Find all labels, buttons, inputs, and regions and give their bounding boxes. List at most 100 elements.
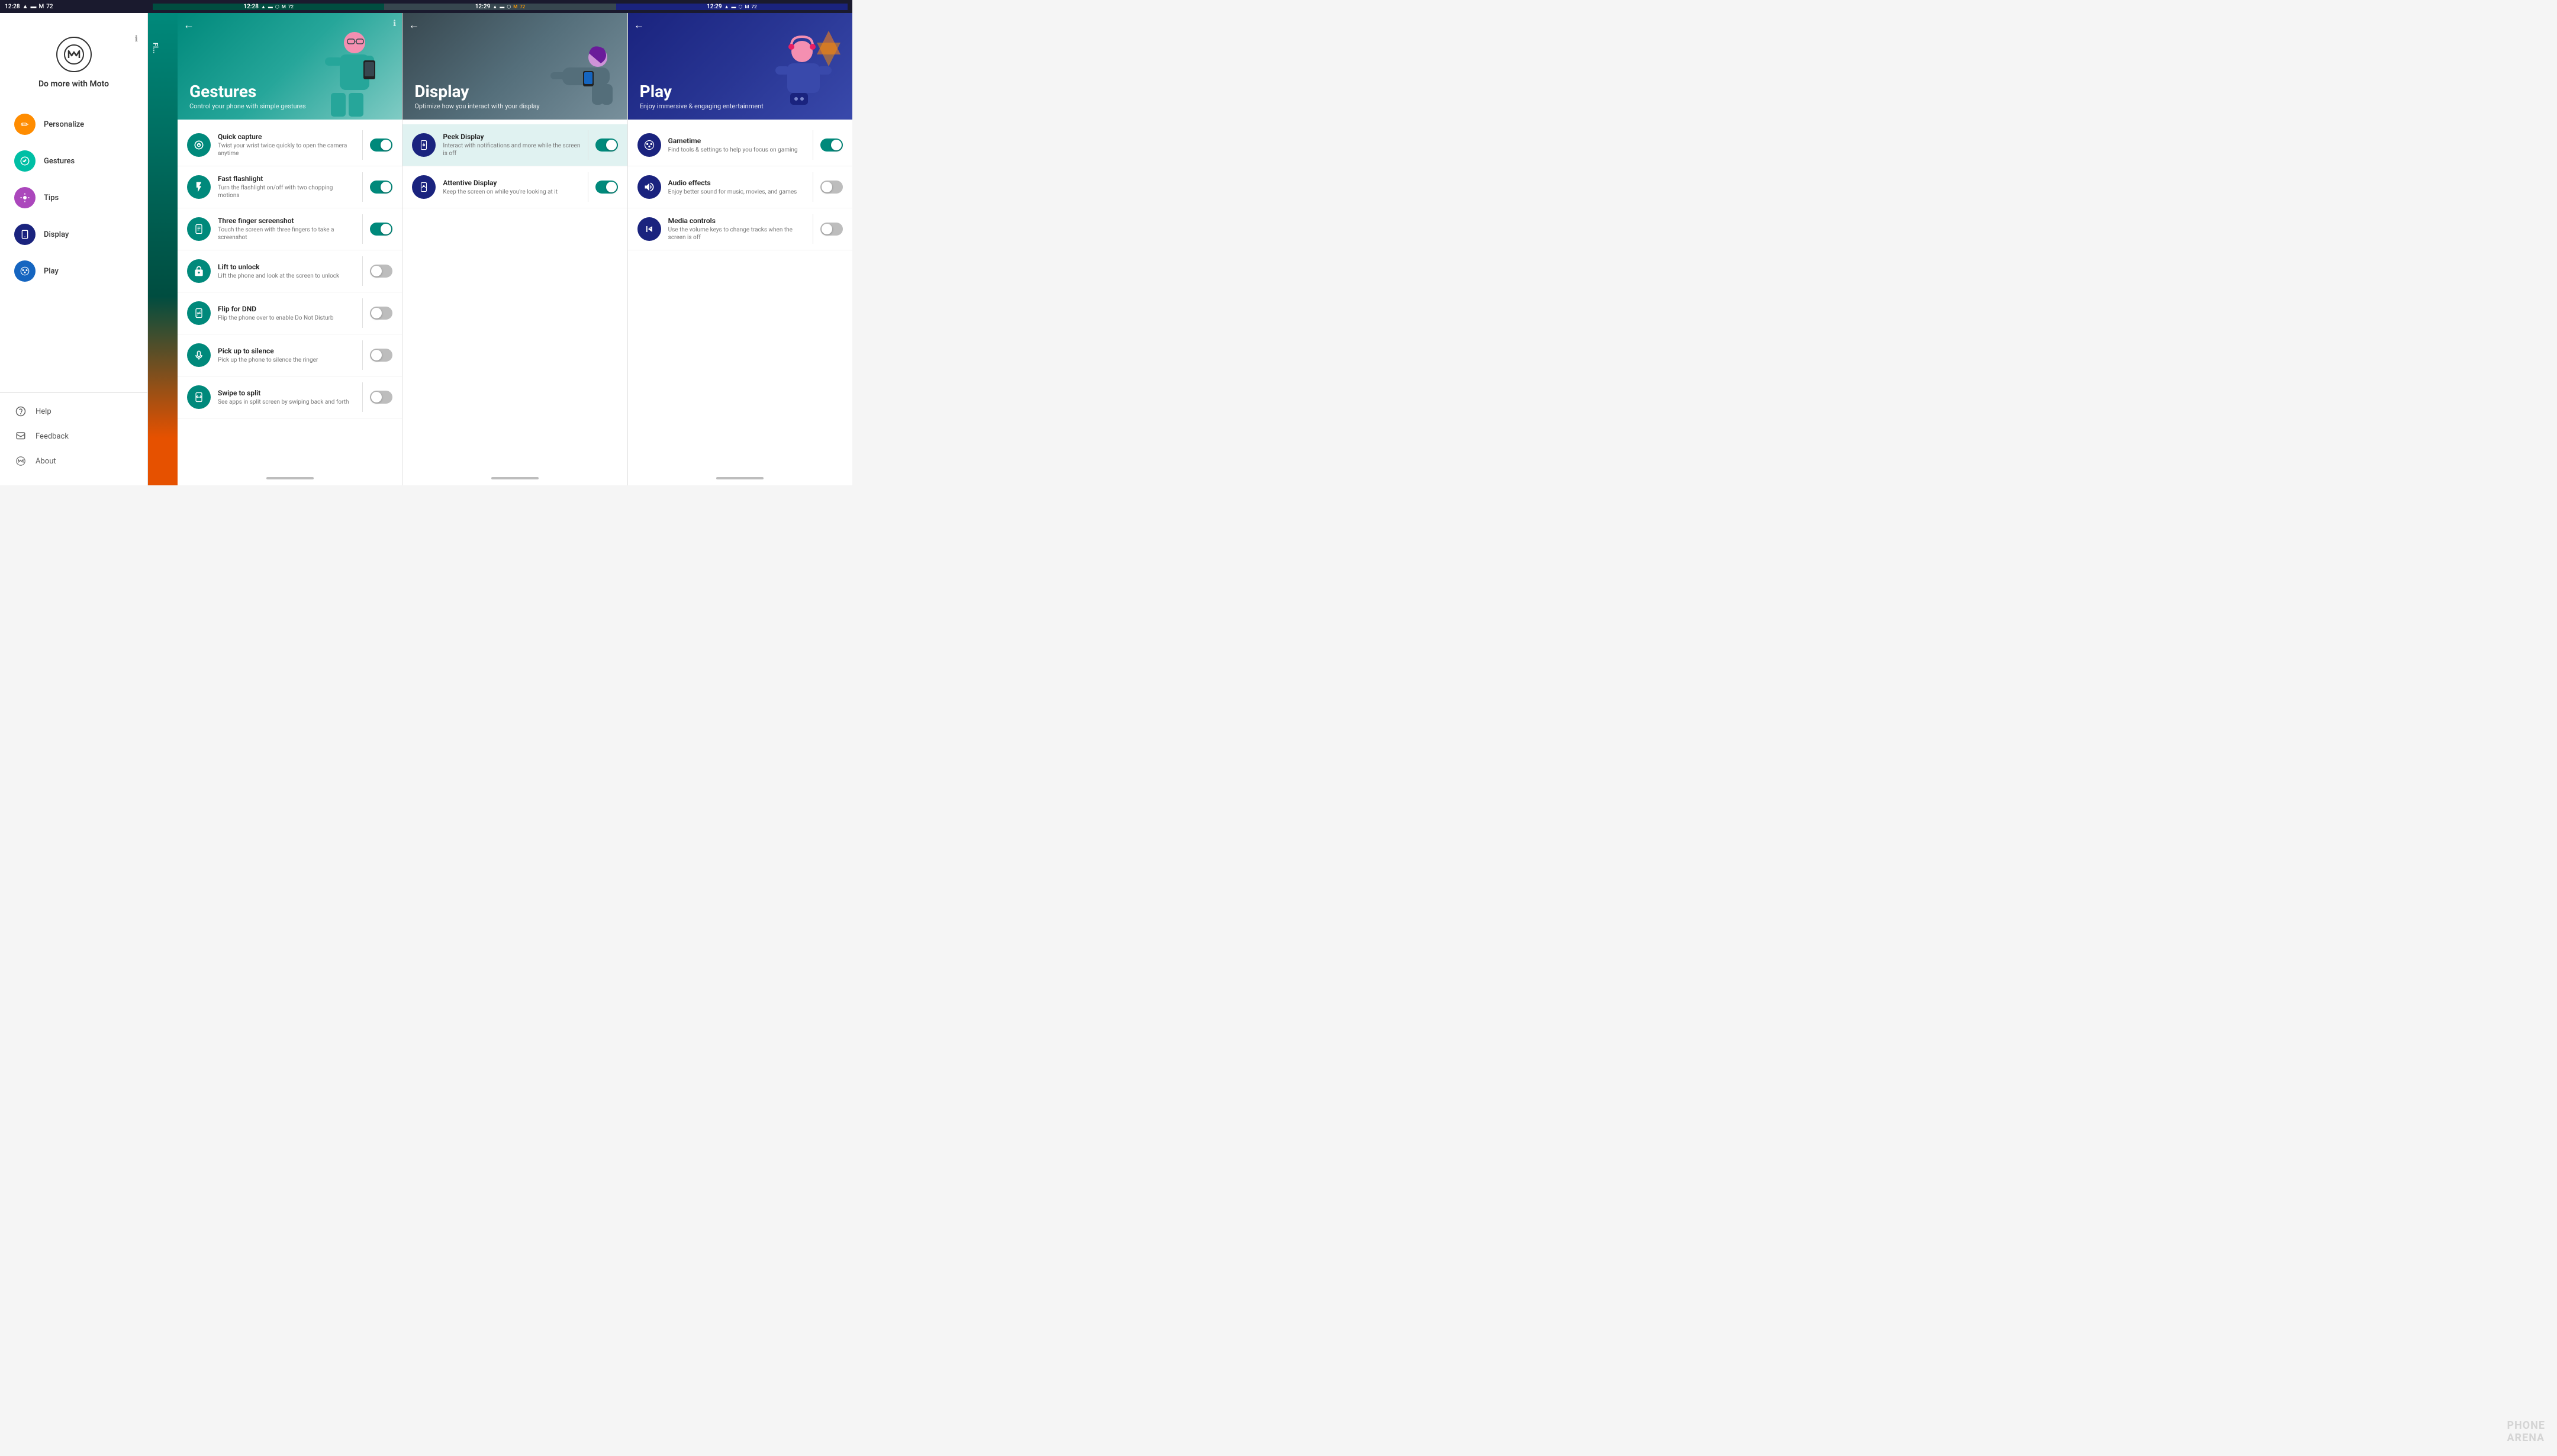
sidebar-label-about: About xyxy=(36,457,56,466)
gestures-header-content: Gestures Control your phone with simple … xyxy=(178,82,402,120)
media-controls-info: Media controls Use the volume keys to ch… xyxy=(668,217,806,241)
peek-display-toggle-thumb xyxy=(606,140,617,150)
swipe-to-split-toggle[interactable] xyxy=(370,391,392,404)
lift-to-unlock-desc: Lift the phone and look at the screen to… xyxy=(218,272,355,280)
pick-up-icon-wrap xyxy=(187,343,211,367)
cast-icon-4: ⬡ xyxy=(739,4,743,9)
three-finger-desc: Touch the screen with three fingers to t… xyxy=(218,226,355,241)
pick-up-name: Pick up to silence xyxy=(218,347,355,355)
fast-flashlight-name: Fast flashlight xyxy=(218,175,355,183)
display-panel: ← Display Optimize how you interact with… xyxy=(402,13,627,485)
three-finger-name: Three finger screenshot xyxy=(218,217,355,225)
sidebar-item-gestures[interactable]: Gestures xyxy=(6,143,141,179)
fast-flashlight-divider xyxy=(362,172,363,202)
pick-up-to-silence-item: Pick up to silence Pick up the phone to … xyxy=(178,334,402,376)
gestures-back-button[interactable]: ← xyxy=(183,19,194,31)
swipe-to-split-desc: See apps in split screen by swiping back… xyxy=(218,398,355,406)
media-controls-desc: Use the volume keys to change tracks whe… xyxy=(668,226,806,241)
media-controls-toggle[interactable] xyxy=(820,223,843,236)
pick-up-info: Pick up to silence Pick up the phone to … xyxy=(218,347,355,364)
gestures-subtitle: Control your phone with simple gestures xyxy=(189,102,390,110)
sidebar-label-display: Display xyxy=(44,230,69,239)
quick-capture-toggle[interactable] xyxy=(370,138,392,152)
number-2: 72 xyxy=(288,4,294,9)
audio-effects-toggle[interactable] xyxy=(820,181,843,194)
three-finger-icon-wrap xyxy=(187,217,211,241)
swipe-to-split-divider xyxy=(362,382,363,412)
battery-icon-4: ▬ xyxy=(732,4,736,9)
sidebar-feedback-item[interactable]: Feedback xyxy=(6,424,141,449)
gestures-settings-list: Quick capture Twist your wrist twice qui… xyxy=(178,120,402,471)
pick-up-toggle[interactable] xyxy=(370,349,392,362)
gametime-item: Gametime Find tools & settings to help y… xyxy=(628,124,852,166)
pick-up-desc: Pick up the phone to silence the ringer xyxy=(218,356,355,364)
sidebar-footer: Help Feedback About xyxy=(0,392,147,473)
wifi-icon-3: ▲ xyxy=(492,4,497,9)
quick-capture-desc: Twist your wrist twice quickly to open t… xyxy=(218,142,355,157)
audio-effects-toggle-thumb xyxy=(822,182,832,192)
flip-panel: Fl... xyxy=(148,13,178,485)
sidebar-title: Do more with Moto xyxy=(38,79,109,89)
three-finger-toggle[interactable] xyxy=(370,223,392,236)
gametime-icon-wrap xyxy=(637,133,661,157)
media-controls-icon-wrap xyxy=(637,217,661,241)
quick-capture-info: Quick capture Twist your wrist twice qui… xyxy=(218,133,355,157)
gestures-info-icon[interactable]: ℹ xyxy=(393,19,396,28)
display-icon xyxy=(14,224,36,245)
lift-to-unlock-toggle[interactable] xyxy=(370,265,392,278)
fast-flashlight-toggle[interactable] xyxy=(370,181,392,194)
personalize-icon: ✏ xyxy=(14,114,36,135)
quick-capture-icon-wrap xyxy=(187,133,211,157)
three-finger-info: Three finger screenshot Touch the screen… xyxy=(218,217,355,241)
fast-flashlight-icon xyxy=(193,181,205,193)
quick-capture-toggle-thumb xyxy=(381,140,391,150)
gametime-desc: Find tools & settings to help you focus … xyxy=(668,146,806,154)
sidebar-label-gestures: Gestures xyxy=(44,157,75,166)
sidebar-item-play[interactable]: Play xyxy=(6,253,141,289)
media-controls-icon xyxy=(643,223,655,235)
lift-to-unlock-toggle-thumb xyxy=(371,266,382,276)
peek-display-toggle[interactable] xyxy=(595,138,618,152)
audio-effects-icon-wrap xyxy=(637,175,661,199)
fast-flashlight-item: Fast flashlight Turn the flashlight on/o… xyxy=(178,166,402,208)
play-back-button[interactable]: ← xyxy=(634,19,645,31)
sidebar-help-item[interactable]: Help xyxy=(6,399,141,424)
panels-container: Fl... ← ℹ Gestures Control your phone wi… xyxy=(148,13,852,485)
play-header-content: Play Enjoy immersive & engaging entertai… xyxy=(628,82,852,120)
audio-effects-item: Audio effects Enjoy better sound for mus… xyxy=(628,166,852,208)
fast-flashlight-icon-wrap xyxy=(187,175,211,199)
gametime-name: Gametime xyxy=(668,137,806,145)
play-panel: ← Play Enjoy immersive & engaging entert… xyxy=(628,13,852,485)
time-2: 12:28 xyxy=(243,4,259,10)
sidebar-item-personalize[interactable]: ✏ Personalize xyxy=(6,107,141,142)
play-scroll-bar xyxy=(716,477,764,479)
time-1: 12:28 xyxy=(5,4,20,10)
attentive-display-toggle[interactable] xyxy=(595,181,618,194)
help-icon xyxy=(14,405,27,418)
status-section-2: 12:28 ▲ ▬ ⬡ M 72 xyxy=(153,4,384,10)
cast-icon-3: ⬡ xyxy=(507,4,511,9)
info-icon[interactable]: ℹ xyxy=(135,34,138,44)
peek-display-icon xyxy=(418,140,429,150)
flip-for-dnd-icon xyxy=(193,307,205,319)
motorola-m-icon xyxy=(62,43,86,66)
lift-to-unlock-info: Lift to unlock Lift the phone and look a… xyxy=(218,263,355,280)
peek-display-desc: Interact with notifications and more whi… xyxy=(443,142,580,157)
sidebar-about-item[interactable]: About xyxy=(6,449,141,473)
status-section-3: 12:29 ▲ ▬ ⬡ M 72 xyxy=(384,4,616,10)
audio-effects-icon xyxy=(643,181,655,193)
display-back-button[interactable]: ← xyxy=(408,19,419,31)
flip-for-dnd-desc: Flip the phone over to enable Do Not Dis… xyxy=(218,314,355,322)
sidebar-item-tips[interactable]: Tips xyxy=(6,180,141,215)
display-header: ← Display Optimize how you interact with… xyxy=(402,13,627,120)
lift-to-unlock-item: Lift to unlock Lift the phone and look a… xyxy=(178,250,402,292)
play-title: Play xyxy=(640,82,840,101)
lift-to-unlock-icon-wrap xyxy=(187,259,211,283)
flip-for-dnd-toggle[interactable] xyxy=(370,307,392,320)
sidebar-item-display[interactable]: Display xyxy=(6,217,141,252)
display-scroll-indicator xyxy=(402,471,627,485)
play-scroll-indicator xyxy=(628,471,852,485)
gametime-toggle[interactable] xyxy=(820,138,843,152)
peek-display-name: Peek Display xyxy=(443,133,580,141)
status-sections: 12:28 ▲ ▬ M 72 12:28 ▲ ▬ ⬡ M 72 12:29 ▲ … xyxy=(5,4,848,10)
